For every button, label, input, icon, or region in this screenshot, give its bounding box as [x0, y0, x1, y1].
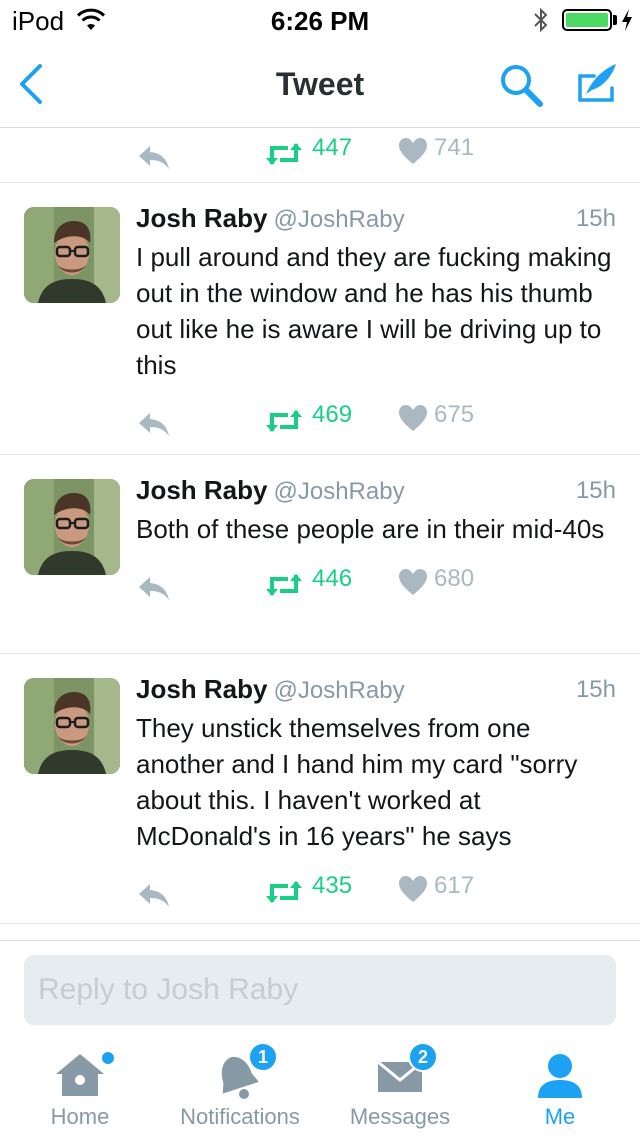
- avatar[interactable]: [24, 678, 120, 774]
- reply-icon[interactable]: [136, 573, 172, 603]
- author-name[interactable]: Josh Raby: [136, 475, 268, 505]
- tweet-text: I pull around and they are fucking makin…: [136, 242, 612, 380]
- compose-tweet-icon[interactable]: [572, 60, 620, 108]
- like-count: 675: [434, 401, 475, 428]
- battery-icon: [562, 9, 612, 31]
- tweet-timestamp: 15h: [575, 205, 616, 232]
- author-name[interactable]: Josh Raby: [136, 203, 268, 233]
- tab-label: Notifications: [180, 1104, 300, 1129]
- retweet-icon[interactable]: [264, 407, 304, 435]
- author-name[interactable]: Josh Raby: [136, 674, 268, 704]
- tab-messages[interactable]: 2 Messages: [320, 1036, 480, 1136]
- author-handle[interactable]: @JoshRaby: [274, 478, 405, 505]
- retweet-count: 447: [312, 134, 353, 161]
- tweet-item[interactable]: Josh Raby @JoshRaby 15h Both of these peo…: [0, 455, 640, 654]
- tweet-actions: 435 617: [0, 872, 616, 936]
- charging-bolt-icon: [622, 9, 632, 31]
- tweet-timestamp: 15h: [575, 477, 616, 504]
- author-handle[interactable]: @JoshRaby: [274, 677, 405, 704]
- page-title: Tweet: [275, 66, 365, 102]
- retweet-count: 446: [312, 565, 353, 592]
- search-icon[interactable]: [498, 62, 544, 108]
- tab-label: Home: [50, 1104, 110, 1129]
- battery-tip: [613, 15, 617, 25]
- tab-notifications[interactable]: 1 Notifications: [160, 1036, 320, 1136]
- avatar[interactable]: [24, 479, 120, 575]
- tweet-item[interactable]: Josh Raby @JoshRaby 15h I pull around and…: [0, 183, 640, 455]
- tweet-header: Josh Raby @JoshRaby 15h: [136, 203, 616, 239]
- tweet-header: Josh Raby @JoshRaby 15h: [136, 674, 616, 710]
- reply-input[interactable]: [24, 955, 616, 1025]
- tab-label: Me: [544, 1104, 576, 1129]
- tab-me[interactable]: Me: [480, 1036, 640, 1136]
- reply-icon[interactable]: [136, 409, 172, 439]
- bluetooth-icon: [534, 7, 548, 33]
- tab-label: Messages: [349, 1104, 451, 1129]
- tab-home[interactable]: Home: [0, 1036, 160, 1136]
- home-icon: [56, 1054, 104, 1096]
- retweet-icon[interactable]: [264, 571, 304, 599]
- author-handle[interactable]: @JoshRaby: [274, 206, 405, 233]
- like-count: 741: [434, 134, 475, 161]
- like-count: 617: [434, 872, 475, 899]
- avatar[interactable]: [24, 207, 120, 303]
- profile-icon: [538, 1054, 582, 1098]
- reply-bar: [0, 940, 640, 1036]
- nav-bar: Tweet: [0, 40, 640, 128]
- heart-icon[interactable]: [398, 568, 428, 596]
- reply-icon[interactable]: [136, 142, 172, 172]
- heart-icon[interactable]: [398, 875, 428, 903]
- tab-bar: Home 1 Notifications 2 Messages Me: [0, 1036, 640, 1136]
- reply-icon[interactable]: [136, 880, 172, 910]
- retweet-count: 435: [312, 872, 353, 899]
- tweet-timestamp: 15h: [575, 676, 616, 703]
- heart-icon[interactable]: [398, 404, 428, 432]
- heart-icon[interactable]: [398, 137, 428, 165]
- tweet-actions: 446 680: [0, 565, 616, 629]
- retweet-icon[interactable]: [264, 140, 304, 168]
- messages-badge: 2: [408, 1042, 438, 1072]
- notifications-badge: 1: [248, 1042, 278, 1072]
- retweet-count: 469: [312, 401, 353, 428]
- tweet-text: They unstick themselves from one another…: [136, 713, 578, 851]
- like-count: 680: [434, 565, 475, 592]
- partial-tweet-actions: 447 741: [0, 129, 640, 183]
- tweet-feed: 447 741 Josh Raby @JoshRaby 15h I pull ar…: [0, 129, 640, 924]
- status-bar: iPod 6:26 PM: [0, 0, 640, 40]
- home-unread-dot: [102, 1052, 114, 1064]
- tweet-header: Josh Raby @JoshRaby 15h: [136, 475, 616, 511]
- tweet-actions: 447 741: [0, 134, 640, 186]
- retweet-icon[interactable]: [264, 878, 304, 906]
- tweet-item[interactable]: Josh Raby @JoshRaby 15h They unstick them…: [0, 654, 640, 924]
- tweet-text: Both of these people are in their mid-40…: [136, 514, 605, 544]
